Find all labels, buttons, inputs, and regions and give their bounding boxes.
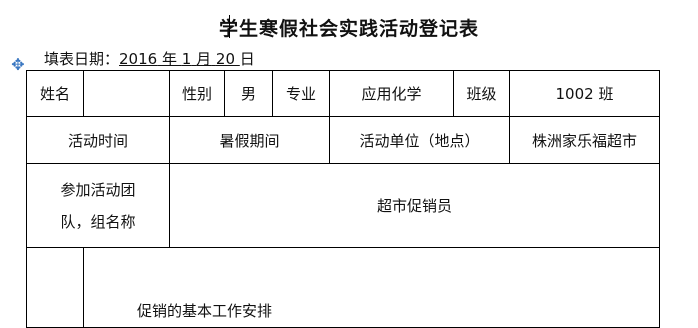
page-title: 学生寒假社会实践活动登记表 xyxy=(218,18,479,40)
registration-form-table: 姓名 性别 男 专业 应用化学 班级 1002 班 活动时间 暑假期间 活动单位… xyxy=(26,70,660,328)
name-label: 姓名 xyxy=(26,70,84,117)
fill-date-year-unit: 年 xyxy=(161,50,177,68)
fill-date-day-unit: 日 xyxy=(239,50,255,68)
fill-date-line: 填表日期：2016 年 1 月 20 日 xyxy=(44,48,255,69)
team-name-label-line2: 队，组名称 xyxy=(60,212,136,231)
team-name-value-cell[interactable]: 超市促销员 xyxy=(169,163,660,248)
activity-time-label: 活动时间 xyxy=(26,116,170,164)
activity-unit-value-cell[interactable]: 株洲家乐福超市 xyxy=(509,116,660,164)
fill-date-month-unit: 月 xyxy=(196,50,212,68)
class-value-cell[interactable]: 1002 班 xyxy=(509,70,660,117)
content-text-partial: 促销的基本工作安排 xyxy=(137,302,273,320)
activity-unit-label: 活动单位（地点） xyxy=(329,116,510,164)
team-name-label-line1: 参加活动团 xyxy=(60,180,136,199)
text-cursor xyxy=(229,15,230,38)
major-value-cell[interactable]: 应用化学 xyxy=(329,70,454,117)
fill-date-label: 填表日期： xyxy=(44,50,120,68)
name-value-cell[interactable] xyxy=(83,70,170,117)
fill-date-year[interactable]: 2016 xyxy=(119,50,157,68)
fill-date-month[interactable]: 1 xyxy=(182,50,192,68)
gender-label: 性别 xyxy=(169,70,225,117)
major-label: 专业 xyxy=(272,70,330,117)
activity-time-value-cell[interactable]: 暑假期间 xyxy=(169,116,330,164)
fill-date-day[interactable]: 20 xyxy=(216,50,235,68)
table-move-handle-icon[interactable]: ✥ xyxy=(9,56,27,74)
team-name-label: 参加活动团 队，组名称 xyxy=(26,163,170,248)
gender-value-cell[interactable]: 男 xyxy=(224,70,273,117)
class-label: 班级 xyxy=(453,70,510,117)
content-label-cell xyxy=(26,247,84,328)
